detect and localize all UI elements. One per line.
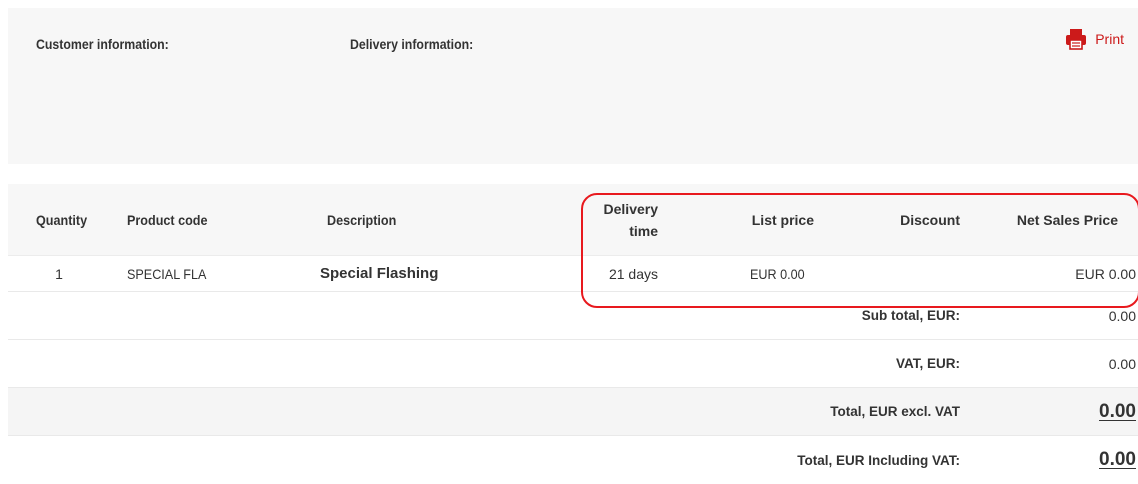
total-excl-vat-value: 0.00 — [1099, 400, 1136, 422]
print-link[interactable]: Print — [1065, 28, 1124, 50]
subtotal-label: Sub total, EUR: — [861, 308, 960, 323]
header-delivery-time: Delivery time — [568, 184, 658, 255]
table-header-row: Quantity Product code Description Delive… — [8, 184, 1138, 256]
header-product-code: Product code — [127, 211, 208, 228]
order-table: Quantity Product code Description Delive… — [8, 184, 1138, 484]
total-excl-vat-row: Total, EUR excl. VAT 0.00 — [8, 388, 1138, 436]
vat-label: VAT, EUR: — [896, 356, 960, 371]
item-net-sales-price: EUR 0.00 — [1075, 265, 1136, 282]
vat-row: VAT, EUR: 0.00 — [8, 340, 1138, 388]
header-net-sales-price: Net Sales Price — [1016, 211, 1118, 228]
header-delivery-time-line1: Delivery — [603, 200, 658, 217]
header-list-price: List price — [751, 211, 814, 228]
total-incl-vat-value: 0.00 — [1099, 449, 1136, 470]
delivery-information-label: Delivery information: — [350, 36, 474, 52]
item-quantity: 1 — [55, 265, 63, 282]
item-product-code: SPECIAL FLA — [127, 265, 207, 282]
item-delivery-time: 21 days — [608, 265, 658, 282]
printer-icon — [1065, 28, 1087, 50]
total-excl-vat-label: Total, EUR excl. VAT — [830, 404, 960, 419]
print-label: Print — [1095, 31, 1124, 47]
customer-information-label: Customer information: — [36, 36, 169, 52]
total-incl-vat-row: Total, EUR Including VAT: 0.00 — [8, 436, 1138, 484]
table-row: 1 SPECIAL FLA Special Flashing 21 days E… — [8, 256, 1138, 292]
vat-value: 0.00 — [1108, 355, 1136, 372]
subtotal-value: 0.00 — [1108, 307, 1136, 324]
item-list-price: EUR 0.00 — [750, 265, 805, 282]
header-delivery-time-line2: time — [629, 222, 658, 239]
subtotal-row: Sub total, EUR: 0.00 — [8, 292, 1138, 340]
header-discount: Discount — [900, 211, 960, 228]
item-description: Special Flashing — [320, 265, 439, 282]
total-incl-vat-label: Total, EUR Including VAT: — [797, 452, 960, 468]
header-quantity: Quantity — [36, 211, 88, 228]
item-discount — [828, 256, 960, 291]
info-panel: Customer information: Delivery informati… — [8, 8, 1138, 164]
header-description: Description — [327, 211, 397, 228]
